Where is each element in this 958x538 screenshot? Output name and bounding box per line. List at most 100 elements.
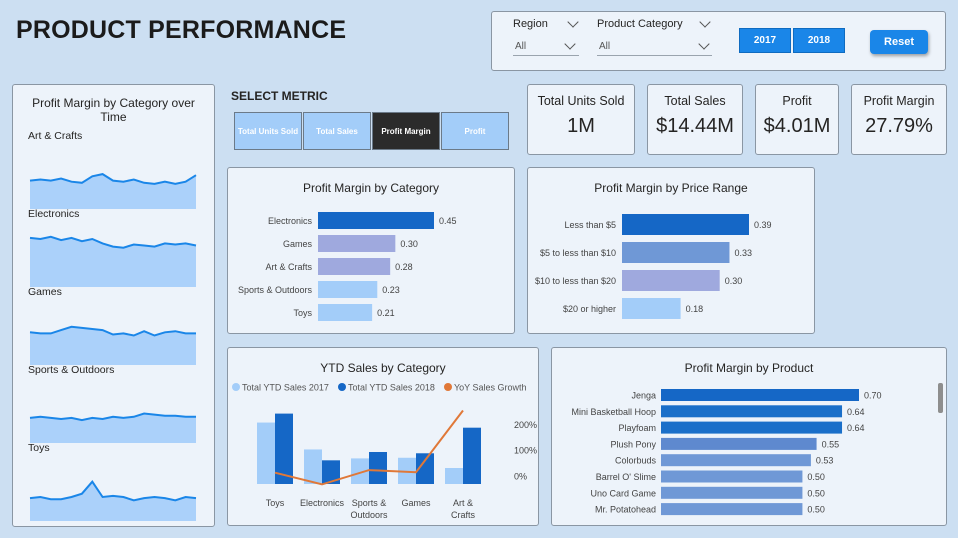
year-2017-button[interactable]: 2017: [739, 28, 791, 53]
bar[interactable]: [318, 212, 434, 229]
bar-2017[interactable]: [445, 468, 463, 484]
region-slicer-label: Region: [513, 18, 548, 30]
axis-category-label: $20 or higher: [563, 304, 616, 314]
axis-category-label: Playfoam: [618, 423, 656, 433]
axis-category-label: Jenga: [631, 391, 656, 401]
axis-category-label: Outdoors: [350, 510, 388, 520]
bar-2017[interactable]: [257, 422, 275, 484]
bar[interactable]: [661, 405, 843, 418]
profit-margin-by-category-chart: Electronics 0.45 Games 0.30 Art & Crafts 0.28…: [238, 212, 457, 321]
bar[interactable]: [318, 235, 396, 252]
region-dropdown[interactable]: All: [513, 38, 579, 56]
page-title: PRODUCT PERFORMANCE: [16, 16, 347, 44]
bar[interactable]: [661, 503, 803, 516]
y2-tick-label: 0%: [514, 472, 527, 482]
data-label: 0.30: [400, 239, 418, 249]
kpi-label: Total Sales: [664, 94, 726, 108]
sparkline-chart: Art & Crafts Electronics Games Sports & Out…: [28, 130, 197, 521]
bar[interactable]: [661, 389, 859, 401]
axis-category-label: $10 to less than $20: [535, 276, 616, 286]
metric-profit-button[interactable]: Profit: [441, 112, 509, 150]
data-label: 0.28: [395, 262, 413, 272]
legend-marker: [232, 383, 240, 391]
legend-label[interactable]: Total YTD Sales 2018: [348, 383, 435, 393]
kpi-value: 1M: [567, 115, 595, 137]
y2-tick-label: 100%: [514, 446, 537, 456]
bar[interactable]: [661, 421, 843, 434]
kpi-total-units-sold: Total Units Sold 1M: [527, 84, 635, 155]
bar[interactable]: [661, 454, 811, 467]
ytd-sales-by-category-chart: Total YTD Sales 2017 Total YTD Sales 2018…: [232, 383, 537, 520]
bar[interactable]: [318, 281, 378, 298]
metric-total-units-sold-button[interactable]: Total Units Sold: [234, 112, 302, 150]
bar-2017[interactable]: [304, 449, 322, 484]
bar[interactable]: [661, 437, 817, 450]
legend-label[interactable]: YoY Sales Growth: [454, 383, 527, 393]
metric-profit-margin-button[interactable]: Profit Margin: [372, 112, 440, 150]
year-2018-button[interactable]: 2018: [793, 28, 845, 53]
region-collapse-icon[interactable]: [567, 16, 579, 28]
axis-category-label: Games: [283, 239, 313, 249]
bar[interactable]: [318, 304, 373, 321]
bar[interactable]: [622, 270, 720, 291]
axis-category-label: Games: [401, 498, 431, 508]
bar[interactable]: [622, 298, 681, 319]
small-multiple-label: Art & Crafts: [28, 130, 82, 142]
kpi-label: Total Units Sold: [537, 94, 625, 108]
data-label: 0.64: [847, 423, 865, 433]
chevron-down-icon: [698, 38, 710, 50]
kpi-total-sales: Total Sales $14.44M: [647, 84, 743, 155]
legend-label[interactable]: Total YTD Sales 2017: [242, 383, 329, 393]
bar[interactable]: [622, 214, 749, 235]
bar[interactable]: [661, 486, 803, 499]
data-label: 0.33: [734, 248, 752, 258]
kpi-profit-margin: Profit Margin 27.79%: [851, 84, 947, 155]
data-label: 0.50: [807, 472, 825, 482]
select-metric-label: SELECT METRIC: [231, 89, 328, 103]
data-label: 0.50: [807, 488, 825, 498]
axis-category-label: Sports &: [352, 498, 387, 508]
axis-category-label: Sports & Outdoors: [238, 285, 313, 295]
scrollbar-thumb[interactable]: [938, 383, 943, 413]
bar[interactable]: [318, 258, 391, 275]
kpi-label: Profit: [782, 94, 812, 108]
legend-marker: [338, 383, 346, 391]
profit-margin-by-price-range-chart: Less than $5 0.39 $5 to less than $10 0.33 $…: [535, 214, 772, 319]
legend-marker: [444, 383, 452, 391]
axis-category-label: Mr. Potatohead: [595, 505, 656, 515]
data-label: 0.39: [754, 220, 772, 230]
data-label: 0.64: [847, 407, 865, 417]
data-label: 0.55: [822, 439, 840, 449]
kpi-value: $14.44M: [656, 115, 734, 137]
bar[interactable]: [661, 470, 803, 483]
data-label: 0.53: [816, 456, 834, 466]
metric-total-sales-button[interactable]: Total Sales: [303, 112, 371, 150]
bar[interactable]: [622, 242, 730, 263]
kpi-label: Profit Margin: [863, 94, 935, 108]
bar-2018[interactable]: [369, 452, 387, 484]
category-collapse-icon[interactable]: [699, 16, 711, 28]
data-label: 0.23: [382, 285, 400, 295]
data-label: 0.21: [377, 308, 395, 318]
axis-category-label: Art &: [453, 498, 473, 508]
bar-2018[interactable]: [463, 427, 481, 484]
data-label: 0.50: [807, 505, 825, 515]
axis-category-label: Electronics: [268, 216, 313, 226]
data-label: 0.45: [439, 216, 457, 226]
axis-category-label: Uno Card Game: [590, 488, 656, 498]
category-dropdown[interactable]: All: [597, 38, 712, 56]
small-multiple-label: Toys: [28, 442, 50, 454]
axis-category-label: Colorbuds: [615, 456, 657, 466]
profit-margin-by-product-chart: Jenga 0.70 Mini Basketball Hoop 0.64 Playfoa…: [571, 389, 882, 516]
data-label: 0.18: [686, 304, 704, 314]
small-multiple-label: Sports & Outdoors: [28, 364, 114, 376]
category-slicer-label: Product Category: [597, 18, 683, 30]
axis-category-label: Plush Pony: [610, 439, 656, 449]
axis-category-label: Barrel O' Slime: [596, 472, 656, 482]
data-label: 0.70: [864, 391, 882, 401]
region-dropdown-value: All: [515, 41, 527, 52]
reset-button[interactable]: Reset: [870, 30, 928, 54]
axis-category-label: Art & Crafts: [265, 262, 312, 272]
axis-category-label: Toys: [266, 498, 285, 508]
category-dropdown-value: All: [599, 41, 611, 52]
